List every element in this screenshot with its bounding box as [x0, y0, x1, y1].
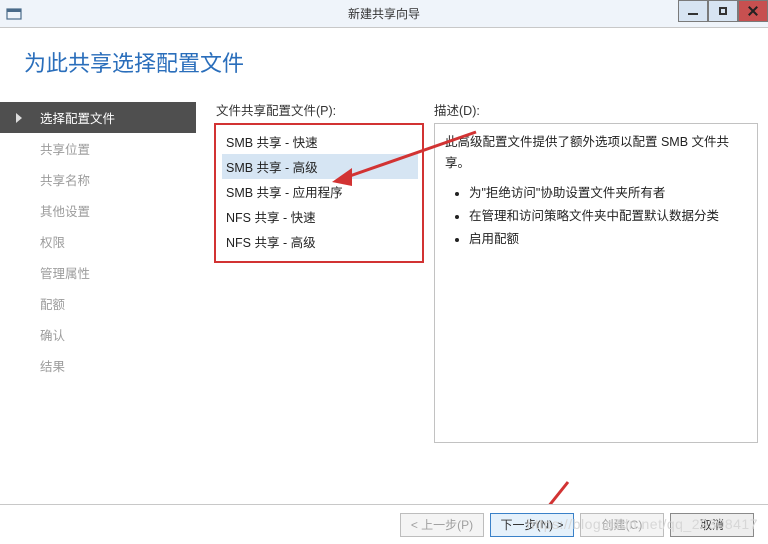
create-button: 创建(C)	[580, 513, 664, 537]
description-bullets: 为"拒绝访问"协助设置文件夹所有者 在管理和访问策略文件夹中配置默认数据分类 启…	[445, 183, 747, 251]
app-icon	[6, 7, 22, 21]
profile-nfs-quick[interactable]: NFS 共享 - 快速	[222, 204, 418, 229]
description-label: 描述(D):	[434, 100, 758, 119]
window-controls	[678, 0, 768, 22]
profile-smb-advanced[interactable]: SMB 共享 - 高级	[222, 154, 418, 179]
step-results: 结果	[0, 350, 196, 381]
window-titlebar: 新建共享向导	[0, 0, 768, 28]
wizard-body: 选择配置文件 共享位置 共享名称 其他设置 权限 管理属性 配额 确认 结果 文…	[0, 96, 768, 526]
maximize-button[interactable]	[708, 0, 738, 22]
wizard-content: 文件共享配置文件(P): SMB 共享 - 快速 SMB 共享 - 高级 SMB…	[196, 96, 758, 526]
wizard-footer: < 上一步(P) 下一步(N) > 创建(C) 取消	[0, 504, 768, 544]
bullet-enable-quota: 启用配额	[469, 229, 747, 250]
next-button[interactable]: 下一步(N) >	[490, 513, 574, 537]
wizard-steps-sidebar: 选择配置文件 共享位置 共享名称 其他设置 权限 管理属性 配额 确认 结果	[0, 96, 196, 526]
profile-nfs-advanced[interactable]: NFS 共享 - 高级	[222, 229, 418, 254]
close-button[interactable]	[738, 0, 768, 22]
bullet-classification: 在管理和访问策略文件夹中配置默认数据分类	[469, 206, 747, 227]
cancel-button[interactable]: 取消	[670, 513, 754, 537]
description-box: 此高级配置文件提供了额外选项以配置 SMB 文件共享。 为"拒绝访问"协助设置文…	[434, 123, 758, 443]
step-quota: 配额	[0, 288, 196, 319]
step-share-name: 共享名称	[0, 164, 196, 195]
page-title: 为此共享选择配置文件	[24, 46, 768, 78]
prev-button: < 上一步(P)	[400, 513, 484, 537]
window-title: 新建共享向导	[0, 5, 768, 22]
description-column: 描述(D): 此高级配置文件提供了额外选项以配置 SMB 文件共享。 为"拒绝访…	[434, 100, 758, 526]
profiles-column: 文件共享配置文件(P): SMB 共享 - 快速 SMB 共享 - 高级 SMB…	[214, 100, 424, 526]
minimize-button[interactable]	[678, 0, 708, 22]
step-select-profile[interactable]: 选择配置文件	[0, 102, 196, 133]
step-share-location: 共享位置	[0, 133, 196, 164]
profile-smb-app[interactable]: SMB 共享 - 应用程序	[222, 179, 418, 204]
profiles-label: 文件共享配置文件(P):	[214, 100, 424, 119]
step-mgmt-properties: 管理属性	[0, 257, 196, 288]
step-confirm: 确认	[0, 319, 196, 350]
step-permissions: 权限	[0, 226, 196, 257]
step-other-settings: 其他设置	[0, 195, 196, 226]
profile-smb-quick[interactable]: SMB 共享 - 快速	[222, 129, 418, 154]
bullet-deny-assist: 为"拒绝访问"协助设置文件夹所有者	[469, 183, 747, 204]
wizard-header: 为此共享选择配置文件	[0, 28, 768, 96]
profiles-listbox[interactable]: SMB 共享 - 快速 SMB 共享 - 高级 SMB 共享 - 应用程序 NF…	[214, 123, 424, 263]
description-intro: 此高级配置文件提供了额外选项以配置 SMB 文件共享。	[445, 132, 747, 175]
